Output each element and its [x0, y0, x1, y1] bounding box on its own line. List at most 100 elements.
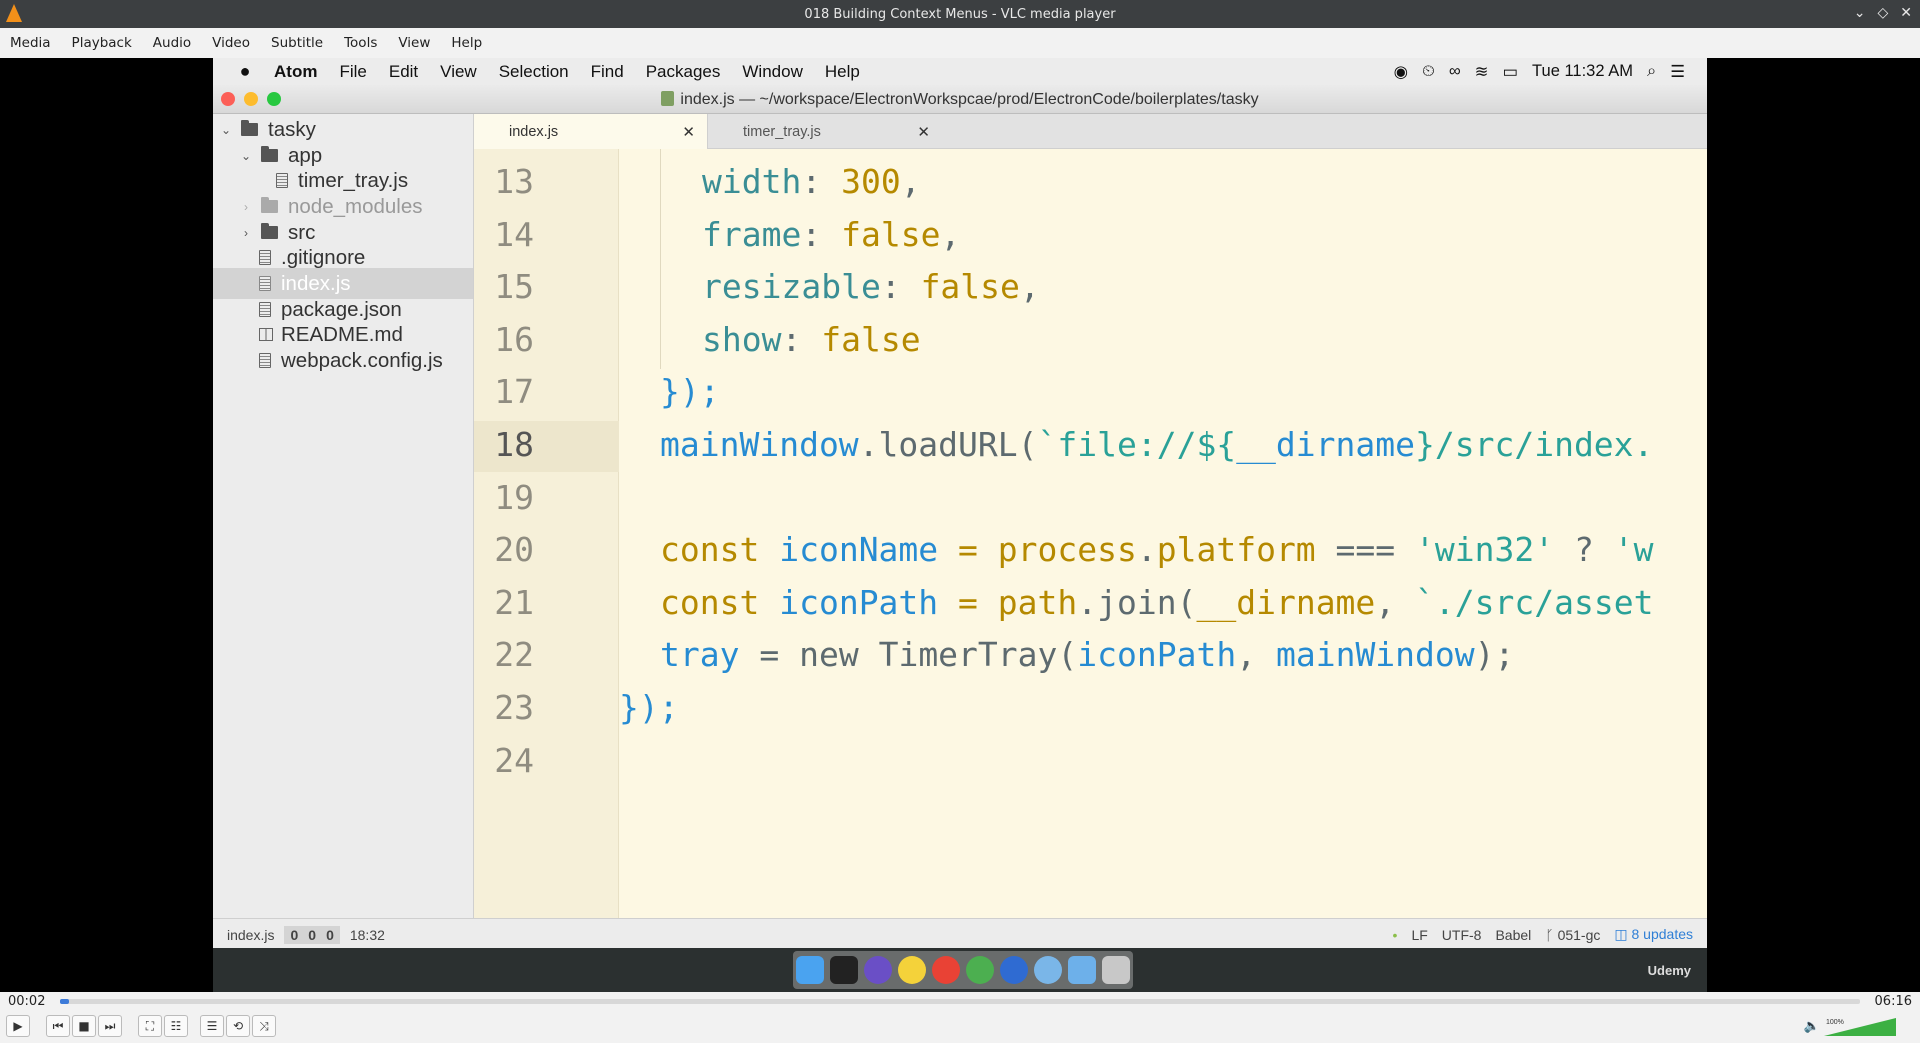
tab-label: index.js	[509, 123, 559, 140]
minimize-icon[interactable]: ⌄	[1854, 5, 1866, 21]
menu-playback[interactable]: Playback	[62, 35, 143, 51]
battery-icon: ▭	[1502, 62, 1519, 81]
menu-help[interactable]: Help	[441, 35, 493, 51]
code-line-18: mainWindow.loadURL(`file://${__dirname}/…	[660, 425, 1654, 464]
menu-video[interactable]: Video	[202, 35, 261, 51]
line-number: 19	[494, 478, 534, 517]
close-icon: ✕	[917, 124, 930, 141]
line-number: 22	[494, 635, 534, 674]
mac-menu-selection: Selection	[498, 61, 569, 81]
code-line-17: });	[660, 372, 720, 411]
folder-icon	[241, 120, 258, 136]
udemy-watermark: Udemy	[1647, 963, 1691, 978]
file-icon	[259, 302, 271, 317]
extended-settings-button[interactable]: ☷	[164, 1015, 188, 1037]
line-number: 15	[494, 267, 534, 306]
video-frame: ● Atom File Edit View Selection Find Pac…	[213, 58, 1707, 992]
spotlight-icon: ⌕	[1646, 62, 1657, 80]
tray-icon: ⏲	[1421, 62, 1435, 80]
code-line-13: width: 300,	[702, 162, 921, 201]
shuffle-button[interactable]: ⤨	[252, 1015, 276, 1037]
file-icon	[276, 173, 288, 188]
mac-menu-packages: Packages	[645, 61, 721, 81]
menu-view[interactable]: View	[388, 35, 441, 51]
playlist-button[interactable]: ☰	[200, 1015, 224, 1037]
safari-icon	[1000, 956, 1028, 984]
mac-clock: Tue 11:32 AM	[1532, 62, 1633, 80]
tab-timer-tray: timer_tray.js ✕	[708, 114, 942, 149]
previous-button[interactable]: ⏮	[46, 1015, 70, 1037]
volume-label: 100%	[1826, 1019, 1844, 1026]
record-icon: ◉	[1393, 62, 1408, 81]
menu-tools[interactable]: Tools	[334, 35, 388, 51]
code-line-20: const iconName = process.platform === 'w…	[660, 530, 1654, 569]
mac-menu-find: Find	[590, 61, 624, 81]
notification-list-icon: ☰	[1670, 62, 1685, 81]
apple-icon: ●	[239, 61, 251, 81]
git-branch: ᚴ 051-gc	[1545, 926, 1601, 943]
wifi-icon: ≋	[1474, 62, 1489, 81]
line-number: 18	[494, 425, 534, 464]
tree-item-label: .gitignore	[281, 245, 366, 269]
file-icon	[259, 276, 271, 291]
menu-audio[interactable]: Audio	[143, 35, 202, 51]
lint-count: 0	[326, 927, 334, 943]
vlc-titlebar: 018 Building Context Menus - VLC media p…	[0, 0, 1920, 28]
tree-item-label: index.js	[281, 271, 351, 295]
tree-item-label: timer_tray.js	[298, 168, 409, 192]
total-time: 06:16	[1874, 994, 1912, 1009]
menu-media[interactable]: Media	[0, 35, 62, 51]
fullscreen-button[interactable]: ⛶	[138, 1015, 162, 1037]
file-icon	[259, 250, 271, 265]
volume-slider[interactable]: 100%	[1824, 1016, 1896, 1036]
chevron-right-icon: ›	[244, 225, 248, 240]
folder-icon	[261, 146, 278, 162]
tree-item-label: node_modules	[288, 194, 423, 218]
mac-menubar: ● Atom File Edit View Selection Find Pac…	[213, 58, 1707, 85]
video-area[interactable]: ● Atom File Edit View Selection Find Pac…	[0, 58, 1920, 992]
book-icon	[259, 328, 273, 341]
code-line-16: show: false	[702, 320, 921, 359]
branch-icon: ᚴ	[1545, 926, 1558, 943]
code-line-14: frame: false,	[702, 215, 961, 254]
cursor-position: 18:32	[349, 927, 385, 943]
stop-button[interactable]: ■	[72, 1015, 96, 1037]
document-icon	[661, 91, 675, 106]
grammar: Babel	[1495, 926, 1532, 943]
status-file: index.js	[227, 927, 275, 943]
play-button[interactable]: ▶	[6, 1015, 30, 1037]
line-number-gutter: 13 14 15 16 17 18 19 20 21 22 23 24	[474, 149, 619, 918]
close-icon[interactable]: ✕	[1900, 5, 1912, 21]
tree-item-webpack: webpack.config.js	[259, 345, 443, 376]
loop-button[interactable]: ⟲	[226, 1015, 250, 1037]
code-editor: 13 14 15 16 17 18 19 20 21 22 23 24 widt…	[474, 149, 1707, 918]
line-number: 24	[494, 741, 534, 780]
speaker-icon[interactable]: 🔈	[1804, 1019, 1820, 1034]
seek-progress	[60, 999, 69, 1004]
vlc-controls: ▶ ⏮ ■ ⏭ ⛶ ☷ ☰ ⟲ ⤨ 🔈 100%	[0, 1010, 1920, 1043]
mac-menu-help: Help	[824, 61, 860, 81]
mac-menu-view: View	[440, 61, 477, 81]
next-button[interactable]: ⏭	[98, 1015, 122, 1037]
tree-item-label: README.md	[281, 322, 403, 346]
folder-icon	[261, 197, 278, 213]
tree-item-label: src	[288, 220, 316, 244]
chrome-icon	[932, 956, 960, 984]
folder-icon	[261, 223, 278, 239]
tab-label: timer_tray.js	[743, 123, 821, 140]
tree-view: ⌄ tasky ⌄ app timer_tray.js › node_modul…	[213, 114, 474, 918]
trash-icon	[1102, 956, 1130, 984]
menu-subtitle[interactable]: Subtitle	[261, 35, 334, 51]
glasses-icon: ∞	[1448, 62, 1461, 80]
line-number: 13	[494, 162, 534, 201]
elapsed-time: 00:02	[8, 994, 46, 1009]
maximize-icon[interactable]: ◇	[1877, 5, 1888, 21]
tree-item-label: package.json	[281, 297, 402, 321]
seek-slider[interactable]	[60, 999, 1860, 1004]
vlc-menubar: Media Playback Audio Video Subtitle Tool…	[0, 28, 1920, 58]
mac-menu-atom: Atom	[274, 61, 318, 81]
encoding: UTF-8	[1441, 926, 1482, 943]
browser-icon	[966, 956, 994, 984]
tab-bar: index.js ✕ timer_tray.js ✕	[474, 114, 1707, 149]
code-line-21: const iconPath = path.join(__dirname, `.…	[660, 583, 1654, 622]
